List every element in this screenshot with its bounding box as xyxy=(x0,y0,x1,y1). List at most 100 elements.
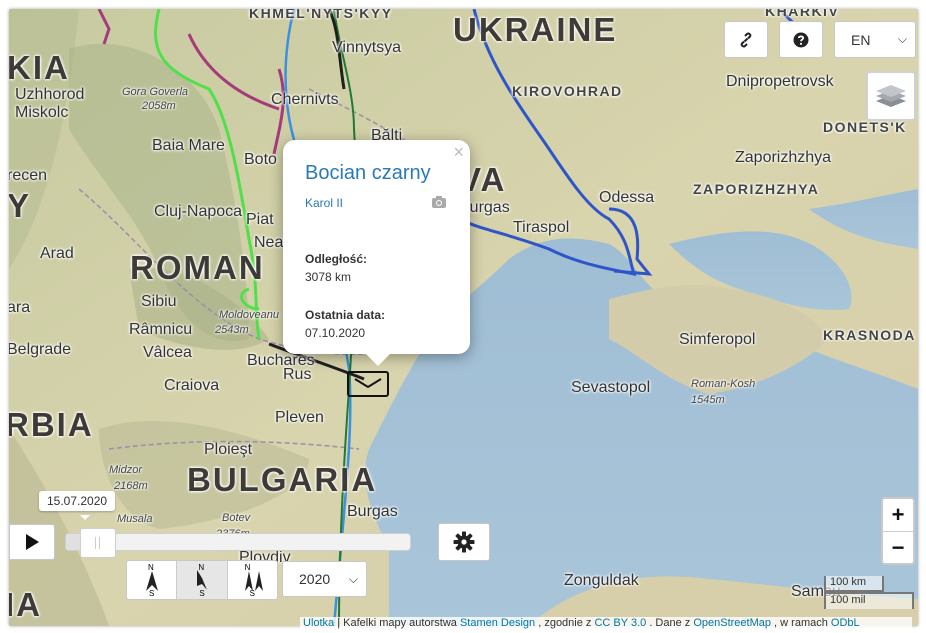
region-label: KIROVOHRAD xyxy=(512,83,623,99)
popup-title: Bocian czarny xyxy=(305,162,431,184)
language-select[interactable]: EN ⌵ xyxy=(834,21,916,58)
country-label-bulgaria: BULGARIA xyxy=(187,461,378,498)
country-label: RBIA xyxy=(9,406,94,443)
city-label: Râmnicu xyxy=(129,321,193,338)
scale-miles: 100 mil xyxy=(824,592,914,609)
region-label: KHARKIV xyxy=(765,9,840,19)
region-label: DONETS'K xyxy=(823,119,907,135)
city-label: Zaporizhzhya xyxy=(735,149,832,166)
city-label: Odessa xyxy=(599,189,655,206)
page-frame: KHMEL'NYTS'KYY UKRAINE KHARKIV KIA Vinny… xyxy=(0,0,926,633)
compass-s-label: S xyxy=(199,589,205,598)
city-label: Rus xyxy=(283,366,312,383)
language-value: EN xyxy=(851,31,871,48)
region-label: KRASNODA xyxy=(823,327,916,343)
attribution-text: , w ramach xyxy=(771,617,831,629)
city-label: Tiraspol xyxy=(513,219,570,236)
zoom-out-button[interactable]: − xyxy=(883,532,913,564)
city-label: Baia Mare xyxy=(152,137,225,154)
bird-marker[interactable] xyxy=(347,371,389,397)
city-label: Zonguldak xyxy=(564,572,639,589)
peak-elevation: 2058m xyxy=(142,100,176,112)
help-button[interactable] xyxy=(779,21,823,58)
compass-arrows-icon xyxy=(244,571,263,591)
direction-all-button[interactable]: N S xyxy=(228,561,277,599)
attribution-bar: Ulotka | Kafelki mapy autorstwa Stamen D… xyxy=(300,617,912,631)
city-label: Cluj-Napoca xyxy=(154,203,243,220)
map-view[interactable]: KHMEL'NYTS'KYY UKRAINE KHARKIV KIA Vinny… xyxy=(9,9,918,626)
peak-elevation: 2168m xyxy=(114,480,148,492)
city-label: recen xyxy=(9,167,48,184)
peak-label: Botev xyxy=(222,512,251,524)
country-label: IA xyxy=(9,586,42,623)
direction-north-button[interactable]: N S xyxy=(127,561,178,599)
popup-close-button[interactable]: × xyxy=(453,142,464,163)
popup-tip xyxy=(366,354,390,366)
info-popup: × Bocian czarny Karol II Odległość: 3078… xyxy=(283,140,470,354)
country-label-ukraine: UKRAINE xyxy=(453,11,618,48)
city-label: Craiova xyxy=(164,377,220,394)
cc-by-link[interactable]: CC BY 3.0 xyxy=(594,617,646,629)
odbl-link[interactable]: ODbL xyxy=(831,617,860,629)
popup-date-value: 07.10.2020 xyxy=(305,326,366,340)
attribution-text: . Dane z xyxy=(646,617,694,629)
direction-both-button[interactable]: N S xyxy=(177,561,228,599)
city-label: Arad xyxy=(40,245,74,262)
scale-km: 100 km xyxy=(824,576,884,592)
share-link-button[interactable] xyxy=(724,21,768,58)
layers-button[interactable] xyxy=(866,71,916,121)
timeline-slider[interactable] xyxy=(65,528,411,558)
compass-s-label: S xyxy=(149,589,155,598)
link-icon xyxy=(740,32,752,47)
city-label: Piat xyxy=(246,211,274,228)
compass-s-label: S xyxy=(249,589,255,598)
stamen-link[interactable]: Stamen Design xyxy=(460,617,535,629)
attribution-text: , zgodnie z xyxy=(535,617,595,629)
layers-icon xyxy=(876,85,906,107)
zoom-control: + − xyxy=(881,497,915,565)
city-label: Miskolc xyxy=(15,104,69,121)
peak-label: Moldoveanu xyxy=(219,309,279,321)
year-value: 2020 xyxy=(299,571,331,587)
chevron-down-icon: ⌵ xyxy=(897,32,907,46)
timeline-tooltip-tip xyxy=(80,515,90,520)
peak-label: Musala xyxy=(117,513,153,525)
country-label-romania: ROMAN xyxy=(130,249,265,286)
play-icon xyxy=(26,534,39,550)
city-label: ara xyxy=(9,299,31,316)
play-button[interactable] xyxy=(9,524,55,560)
zoom-in-button[interactable]: + xyxy=(883,499,913,532)
popup-distance-label: Odległość: xyxy=(305,252,368,266)
city-label: Vinnytsya xyxy=(332,39,402,56)
city-label: Pleven xyxy=(275,409,324,426)
country-label: Y xyxy=(9,187,32,224)
city-label: Sevastopol xyxy=(571,379,651,396)
city-label: Sibiu xyxy=(141,293,177,310)
city-label: Chernivts xyxy=(271,91,339,108)
city-label: Vâlcea xyxy=(143,344,192,361)
city-label: Burgas xyxy=(347,503,398,520)
osm-link[interactable]: OpenStreetMap xyxy=(693,617,771,629)
question-icon xyxy=(793,32,809,47)
peak-elevation: 2543m xyxy=(215,324,249,336)
leaflet-link[interactable]: Ulotka xyxy=(303,617,334,629)
direction-filter-group: N S N S N S xyxy=(126,560,278,600)
popup-distance-value: 3078 km xyxy=(305,270,352,284)
popup-subtitle[interactable]: Karol II xyxy=(305,196,343,210)
attribution-text: | Kafelki mapy autorstwa xyxy=(334,617,460,629)
timeline-date-tooltip: 15.07.2020 xyxy=(39,491,116,511)
settings-button[interactable] xyxy=(438,523,490,561)
city-label: Uzhhorod xyxy=(15,86,85,103)
city-label: Dnipropetrovsk xyxy=(726,73,834,90)
timeline-handle[interactable] xyxy=(79,528,116,558)
camera-icon[interactable] xyxy=(431,195,447,209)
peak-label: Midzor xyxy=(109,464,143,476)
city-label: Ploieşt xyxy=(204,441,253,458)
year-select[interactable]: 2020 ⌵ xyxy=(282,561,367,597)
compass-arrow-icon xyxy=(146,571,158,591)
city-label: Simferopol xyxy=(679,331,756,348)
city-label: Boto xyxy=(244,151,277,168)
peak-elevation: 1545m xyxy=(691,394,725,406)
region-label: ZAPORIZHZHYA xyxy=(693,181,820,197)
compass-arrow-icon xyxy=(197,570,208,590)
